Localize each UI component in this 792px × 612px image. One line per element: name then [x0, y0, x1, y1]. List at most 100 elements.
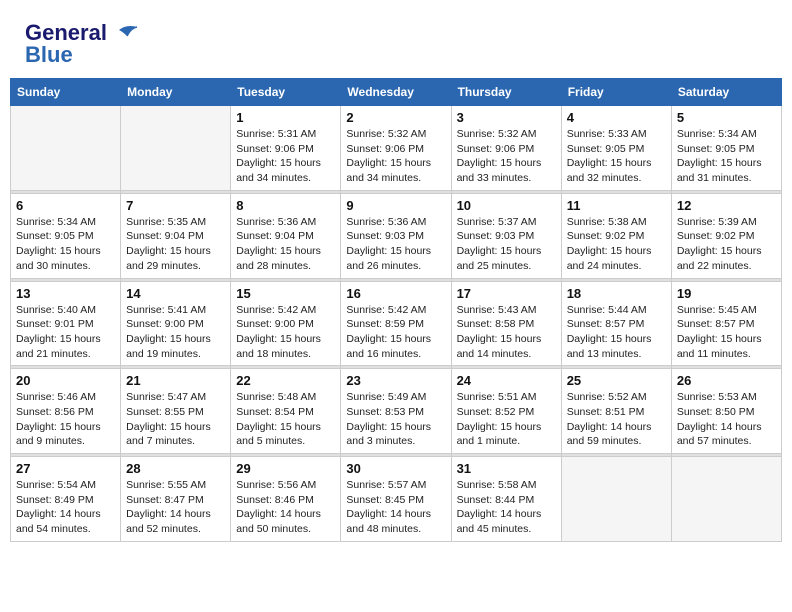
day-info: Sunrise: 5:42 AM Sunset: 9:00 PM Dayligh…: [236, 303, 335, 362]
day-info: Sunrise: 5:51 AM Sunset: 8:52 PM Dayligh…: [457, 390, 556, 449]
calendar-cell: 24Sunrise: 5:51 AM Sunset: 8:52 PM Dayli…: [451, 369, 561, 454]
calendar-cell: 27Sunrise: 5:54 AM Sunset: 8:49 PM Dayli…: [11, 457, 121, 542]
day-info: Sunrise: 5:32 AM Sunset: 9:06 PM Dayligh…: [457, 127, 556, 186]
calendar-cell: 14 Sunrise: 5:41 AM Sunset: 9:00 PM Dayli…: [121, 281, 231, 366]
calendar-cell: 21Sunrise: 5:47 AM Sunset: 8:55 PM Dayli…: [121, 369, 231, 454]
day-info: Sunrise: 5:33 AM Sunset: 9:05 PM Dayligh…: [567, 127, 666, 186]
calendar-cell: 25 Sunrise: 5:52 AM Sunset: 8:51 PM Dayli…: [561, 369, 671, 454]
weekday-header-saturday: Saturday: [671, 79, 781, 106]
day-info: Sunrise: 5:37 AM Sunset: 9:03 PM Dayligh…: [457, 215, 556, 274]
weekday-header-friday: Friday: [561, 79, 671, 106]
day-number: 13: [16, 286, 115, 301]
day-info: Sunrise: 5:39 AM Sunset: 9:02 PM Dayligh…: [677, 215, 776, 274]
calendar-cell: 29Sunrise: 5:56 AM Sunset: 8:46 PM Dayli…: [231, 457, 341, 542]
calendar-week-row: 27Sunrise: 5:54 AM Sunset: 8:49 PM Dayli…: [11, 457, 782, 542]
weekday-header-tuesday: Tuesday: [231, 79, 341, 106]
day-info: Sunrise: 5:53 AM Sunset: 8:50 PM Dayligh…: [677, 390, 776, 449]
day-info: Sunrise: 5:54 AM Sunset: 8:49 PM Dayligh…: [16, 478, 115, 537]
day-number: 25: [567, 373, 666, 388]
calendar-cell: 4 Sunrise: 5:33 AM Sunset: 9:05 PM Daylig…: [561, 106, 671, 191]
day-number: 21: [126, 373, 225, 388]
page-header: General Blue: [10, 10, 782, 73]
day-number: 9: [346, 198, 445, 213]
day-number: 10: [457, 198, 556, 213]
day-info: Sunrise: 5:34 AM Sunset: 9:05 PM Dayligh…: [677, 127, 776, 186]
day-number: 31: [457, 461, 556, 476]
day-info: Sunrise: 5:46 AM Sunset: 8:56 PM Dayligh…: [16, 390, 115, 449]
day-info: Sunrise: 5:31 AM Sunset: 9:06 PM Dayligh…: [236, 127, 335, 186]
day-number: 17: [457, 286, 556, 301]
calendar-cell: [121, 106, 231, 191]
day-info: Sunrise: 5:36 AM Sunset: 9:04 PM Dayligh…: [236, 215, 335, 274]
day-info: Sunrise: 5:36 AM Sunset: 9:03 PM Dayligh…: [346, 215, 445, 274]
day-number: 30: [346, 461, 445, 476]
day-info: Sunrise: 5:32 AM Sunset: 9:06 PM Dayligh…: [346, 127, 445, 186]
calendar-cell: 10 Sunrise: 5:37 AM Sunset: 9:03 PM Dayli…: [451, 193, 561, 278]
day-number: 7: [126, 198, 225, 213]
calendar-week-row: 1Sunrise: 5:31 AM Sunset: 9:06 PM Daylig…: [11, 106, 782, 191]
day-number: 6: [16, 198, 115, 213]
calendar-cell: 18Sunrise: 5:44 AM Sunset: 8:57 PM Dayli…: [561, 281, 671, 366]
day-number: 22: [236, 373, 335, 388]
calendar-cell: 11 Sunrise: 5:38 AM Sunset: 9:02 PM Dayli…: [561, 193, 671, 278]
day-info: Sunrise: 5:52 AM Sunset: 8:51 PM Dayligh…: [567, 390, 666, 449]
calendar-cell: [671, 457, 781, 542]
weekday-header-thursday: Thursday: [451, 79, 561, 106]
weekday-header-monday: Monday: [121, 79, 231, 106]
day-number: 19: [677, 286, 776, 301]
calendar-cell: 13 Sunrise: 5:40 AM Sunset: 9:01 PM Dayli…: [11, 281, 121, 366]
logo-bird-icon: [109, 22, 139, 44]
day-number: 8: [236, 198, 335, 213]
calendar-cell: 15 Sunrise: 5:42 AM Sunset: 9:00 PM Dayli…: [231, 281, 341, 366]
day-number: 16: [346, 286, 445, 301]
calendar-cell: 12 Sunrise: 5:39 AM Sunset: 9:02 PM Dayli…: [671, 193, 781, 278]
calendar-cell: 26 Sunrise: 5:53 AM Sunset: 8:50 PM Dayli…: [671, 369, 781, 454]
day-number: 12: [677, 198, 776, 213]
logo: General Blue: [25, 20, 139, 68]
day-number: 14: [126, 286, 225, 301]
calendar-cell: [561, 457, 671, 542]
calendar-cell: 3 Sunrise: 5:32 AM Sunset: 9:06 PM Daylig…: [451, 106, 561, 191]
day-info: Sunrise: 5:38 AM Sunset: 9:02 PM Dayligh…: [567, 215, 666, 274]
day-number: 5: [677, 110, 776, 125]
day-number: 3: [457, 110, 556, 125]
day-info: Sunrise: 5:43 AM Sunset: 8:58 PM Dayligh…: [457, 303, 556, 362]
day-number: 28: [126, 461, 225, 476]
day-info: Sunrise: 5:45 AM Sunset: 8:57 PM Dayligh…: [677, 303, 776, 362]
calendar-cell: 7 Sunrise: 5:35 AM Sunset: 9:04 PM Daylig…: [121, 193, 231, 278]
day-info: Sunrise: 5:55 AM Sunset: 8:47 PM Dayligh…: [126, 478, 225, 537]
day-number: 2: [346, 110, 445, 125]
calendar-week-row: 6 Sunrise: 5:34 AM Sunset: 9:05 PM Daylig…: [11, 193, 782, 278]
calendar-cell: 23Sunrise: 5:49 AM Sunset: 8:53 PM Dayli…: [341, 369, 451, 454]
calendar-week-row: 13 Sunrise: 5:40 AM Sunset: 9:01 PM Dayli…: [11, 281, 782, 366]
logo-blue-text: Blue: [25, 42, 73, 68]
day-number: 4: [567, 110, 666, 125]
day-info: Sunrise: 5:58 AM Sunset: 8:44 PM Dayligh…: [457, 478, 556, 537]
calendar-header-row: SundayMondayTuesdayWednesdayThursdayFrid…: [11, 79, 782, 106]
day-info: Sunrise: 5:48 AM Sunset: 8:54 PM Dayligh…: [236, 390, 335, 449]
day-number: 20: [16, 373, 115, 388]
calendar-cell: [11, 106, 121, 191]
calendar-cell: 22 Sunrise: 5:48 AM Sunset: 8:54 PM Dayli…: [231, 369, 341, 454]
day-info: Sunrise: 5:40 AM Sunset: 9:01 PM Dayligh…: [16, 303, 115, 362]
calendar-cell: 30 Sunrise: 5:57 AM Sunset: 8:45 PM Dayli…: [341, 457, 451, 542]
calendar-cell: 5 Sunrise: 5:34 AM Sunset: 9:05 PM Daylig…: [671, 106, 781, 191]
day-info: Sunrise: 5:41 AM Sunset: 9:00 PM Dayligh…: [126, 303, 225, 362]
calendar-cell: 8 Sunrise: 5:36 AM Sunset: 9:04 PM Daylig…: [231, 193, 341, 278]
weekday-header-wednesday: Wednesday: [341, 79, 451, 106]
day-info: Sunrise: 5:57 AM Sunset: 8:45 PM Dayligh…: [346, 478, 445, 537]
day-info: Sunrise: 5:35 AM Sunset: 9:04 PM Dayligh…: [126, 215, 225, 274]
weekday-header-sunday: Sunday: [11, 79, 121, 106]
day-info: Sunrise: 5:34 AM Sunset: 9:05 PM Dayligh…: [16, 215, 115, 274]
day-number: 29: [236, 461, 335, 476]
calendar-cell: 2 Sunrise: 5:32 AM Sunset: 9:06 PM Daylig…: [341, 106, 451, 191]
day-number: 11: [567, 198, 666, 213]
day-number: 15: [236, 286, 335, 301]
calendar-cell: 31 Sunrise: 5:58 AM Sunset: 8:44 PM Dayli…: [451, 457, 561, 542]
calendar-table: SundayMondayTuesdayWednesdayThursdayFrid…: [10, 78, 782, 542]
calendar-cell: 6 Sunrise: 5:34 AM Sunset: 9:05 PM Daylig…: [11, 193, 121, 278]
calendar-cell: 1Sunrise: 5:31 AM Sunset: 9:06 PM Daylig…: [231, 106, 341, 191]
day-info: Sunrise: 5:44 AM Sunset: 8:57 PM Dayligh…: [567, 303, 666, 362]
calendar-cell: 20 Sunrise: 5:46 AM Sunset: 8:56 PM Dayli…: [11, 369, 121, 454]
day-number: 26: [677, 373, 776, 388]
